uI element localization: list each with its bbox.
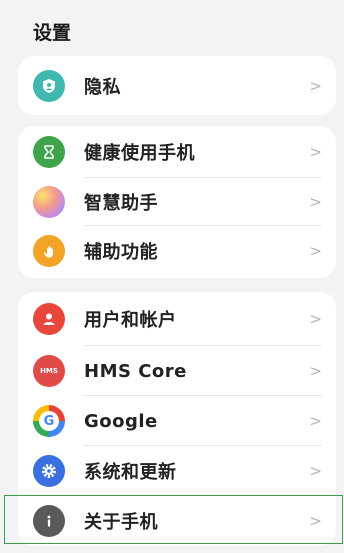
- settings-item-label: 用户和帐户: [84, 310, 177, 331]
- page-title: 设置: [33, 22, 72, 44]
- settings-item-privacy[interactable]: 隐私 >: [18, 56, 336, 115]
- chevron-right-icon: >: [309, 242, 322, 260]
- hand-icon: [33, 235, 65, 267]
- settings-group-assist: 健康使用手机 > 智慧助手 > 辅助功能 >: [18, 126, 336, 278]
- focus-highlight: [4, 495, 343, 544]
- settings-group-privacy: 隐私 >: [18, 56, 336, 115]
- settings-item-label: Google: [84, 410, 158, 432]
- shield-icon: [33, 69, 65, 102]
- settings-item-google[interactable]: G Google >: [18, 396, 336, 446]
- google-icon-letter: G: [39, 411, 59, 431]
- settings-item-smart-assistant[interactable]: 智慧助手 >: [18, 178, 336, 226]
- chevron-right-icon: >: [309, 362, 322, 380]
- chevron-right-icon: >: [309, 143, 322, 161]
- settings-item-label: HMS Core: [84, 360, 187, 382]
- hms-icon: HMS: [33, 355, 65, 387]
- sphere-icon: [33, 186, 65, 218]
- settings-item-label: 智慧助手: [84, 193, 158, 214]
- hourglass-icon: [33, 136, 65, 168]
- settings-item-users-accounts[interactable]: 用户和帐户 >: [18, 292, 336, 346]
- chevron-right-icon: >: [309, 310, 322, 328]
- settings-item-label: 隐私: [84, 76, 121, 98]
- chevron-right-icon: >: [309, 461, 322, 480]
- settings-item-label: 系统和更新: [84, 461, 177, 483]
- settings-item-label: 健康使用手机: [84, 143, 195, 164]
- chevron-right-icon: >: [309, 76, 322, 95]
- chevron-right-icon: >: [309, 193, 322, 211]
- settings-item-accessibility[interactable]: 辅助功能 >: [18, 226, 336, 276]
- google-icon: G: [33, 405, 65, 437]
- user-icon: [33, 303, 65, 335]
- settings-item-system-update[interactable]: 系统和更新 >: [18, 446, 336, 495]
- settings-item-hms-core[interactable]: HMS HMS Core >: [18, 346, 336, 396]
- chevron-right-icon: >: [309, 412, 322, 430]
- gear-icon: [33, 454, 65, 487]
- settings-item-digital-balance[interactable]: 健康使用手机 >: [18, 126, 336, 178]
- settings-item-label: 辅助功能: [84, 242, 158, 263]
